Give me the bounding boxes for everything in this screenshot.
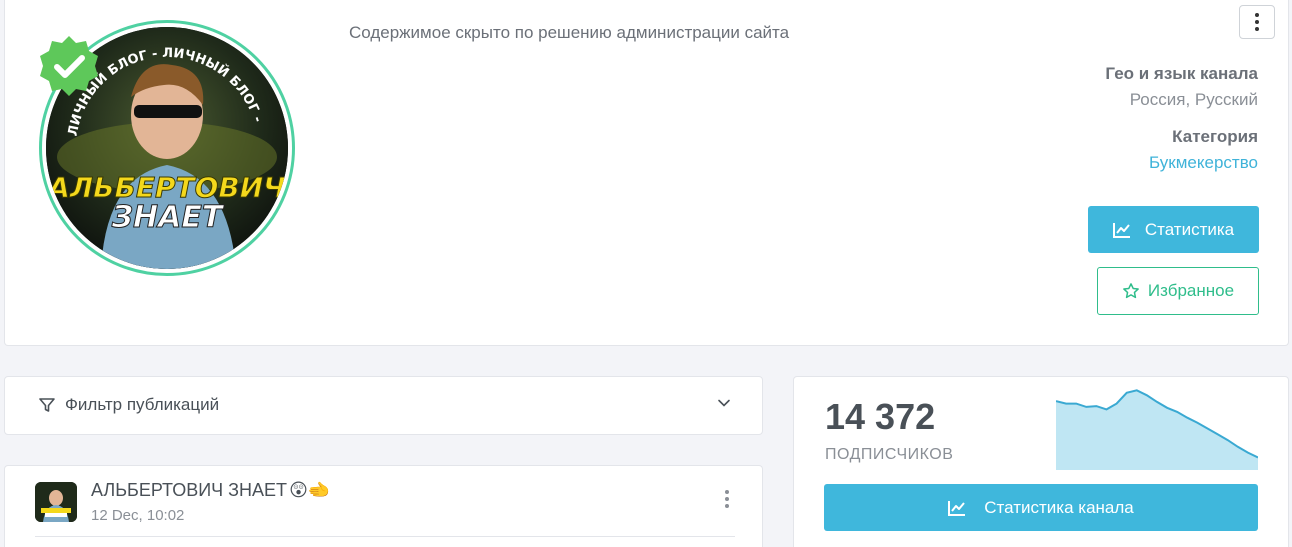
- avatar-title-line2: ЗНАЕТ: [111, 200, 225, 235]
- post-card: АЛЬБЕРТОВИЧ ЗНАЕТ 😲🫲 12 Dec, 10:02: [4, 465, 763, 547]
- favorite-button-label: Избранное: [1147, 281, 1235, 300]
- more-vertical-icon: [1255, 13, 1259, 17]
- geo-language-value: Россия, Русский: [1129, 90, 1258, 109]
- subscribers-card: 14 372 ПОДПИСЧИКОВ Статистика канала: [793, 376, 1289, 547]
- star-icon: [1123, 283, 1139, 299]
- statistics-button-label: Статистика: [1144, 219, 1235, 239]
- subscribers-count: 14 372: [825, 396, 936, 437]
- chart-line-icon: [1112, 222, 1130, 238]
- post-menu-icon[interactable]: [725, 490, 729, 508]
- post-avatar[interactable]: [35, 482, 77, 522]
- subscribers-label: ПОДПИСЧИКОВ: [825, 446, 954, 463]
- subscribers-sparkline: [1056, 389, 1258, 470]
- post-title-emojis: 😲🫲: [289, 480, 331, 500]
- filter-label: Фильтр публикаций: [65, 395, 220, 414]
- chevron-down-icon[interactable]: [717, 396, 731, 410]
- verified-badge-icon: [40, 36, 98, 96]
- category-link[interactable]: Букмекерство: [1149, 153, 1258, 173]
- statistics-button[interactable]: Статистика: [1088, 206, 1259, 253]
- filter-icon: [39, 398, 55, 412]
- publication-filter[interactable]: Фильтр публикаций: [4, 376, 763, 435]
- post-divider: [35, 536, 735, 537]
- channel-statistics-button-label: Статистика канала: [984, 497, 1134, 517]
- channel-menu-button[interactable]: [1239, 5, 1275, 39]
- geo-language-label: Гео и язык канала: [1105, 64, 1258, 83]
- category-label: Категория: [1172, 127, 1258, 146]
- post-author-name: АЛЬБЕРТОВИЧ ЗНАЕТ: [91, 480, 288, 500]
- channel-card: ЛИЧНЫЙ БЛОГ - ЛИЧНЫЙ БЛОГ - АЛЬБЕРТОВИЧ …: [4, 0, 1289, 346]
- channel-statistics-button[interactable]: Статистика канала: [824, 484, 1258, 531]
- hidden-content-notice: Содержимое скрыто по решению администрац…: [349, 23, 790, 42]
- chart-line-icon: [948, 500, 966, 516]
- post-timestamp: 12 Dec, 10:02: [91, 507, 185, 524]
- favorite-button[interactable]: Избранное: [1097, 267, 1259, 315]
- post-author[interactable]: АЛЬБЕРТОВИЧ ЗНАЕТ 😲🫲: [91, 480, 330, 501]
